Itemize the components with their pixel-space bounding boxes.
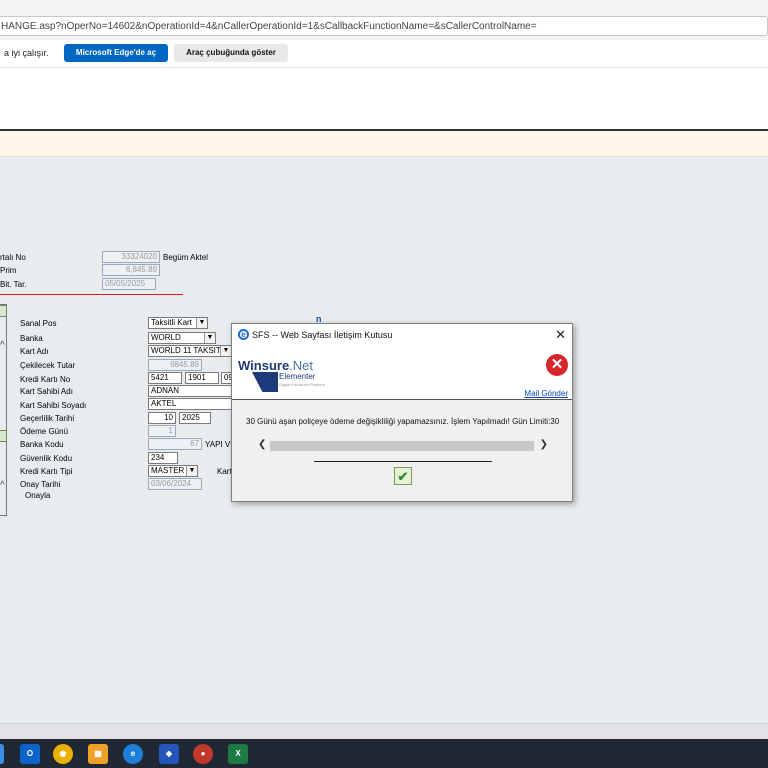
end-date-label: Bit. Tar. <box>0 280 27 289</box>
gecerlilik-yil-field[interactable]: 2025 <box>179 412 211 424</box>
task-view-icon[interactable] <box>0 744 4 764</box>
address-text: HANGE.asp?nOperNo=14602&nOperationId=4&n… <box>1 21 537 32</box>
card-number-part2[interactable]: 1901 <box>185 372 219 384</box>
end-date-field: 05/05/2025 <box>102 278 156 290</box>
dialog-message: 30 Günü aşan poliçeye ödeme değişikliliğ… <box>246 417 560 426</box>
side-button-top[interactable] <box>0 305 7 317</box>
infobar-text: a iyi çalışır. <box>4 48 49 58</box>
gecerlilik-ay-field[interactable]: 10 <box>148 412 176 424</box>
page-header-area <box>0 68 768 130</box>
kart-sahibi-adi-field[interactable]: ADNAN <box>148 385 232 397</box>
chevron-down-icon: ▼ <box>204 333 215 343</box>
odeme-gunu-field: 1 <box>148 425 176 437</box>
banka-kodu-label: Banka Kodu <box>20 440 64 449</box>
sanal-pos-value: Taksitli Kart <box>151 318 192 327</box>
kredi-karti-no-label: Kredi Kartı No <box>20 375 71 384</box>
status-strip <box>0 723 768 739</box>
logo-swoosh-icon <box>252 372 278 392</box>
policy-no-label: rtalı No <box>0 253 26 262</box>
gecerlilik-label: Geçerlilik Tarihi <box>20 414 75 423</box>
logo-main: Winsure <box>238 358 290 373</box>
outlook-icon[interactable]: O <box>20 744 40 764</box>
ie-icon: e <box>238 329 249 340</box>
kredi-karti-tipi-value: MASTER <box>151 466 185 475</box>
onayla-label[interactable]: Onayla <box>25 491 50 500</box>
logo-suffix: .Net <box>289 358 314 373</box>
prim-label: Prim <box>0 266 17 275</box>
error-icon: ✕ <box>546 354 568 376</box>
scrollbar-track[interactable] <box>270 441 534 451</box>
ok-check-button[interactable]: ✔ <box>394 467 412 485</box>
dialog-header: Winsure.Net Elementer Digital Insurance … <box>232 346 572 400</box>
open-in-edge-button[interactable]: Microsoft Edge'de aç <box>64 44 168 62</box>
horizontal-scrollbar[interactable]: ❮ ❯ <box>258 438 548 452</box>
odeme-gunu-label: Ödeme Günü <box>20 427 69 436</box>
kredi-karti-tipi-label: Kredi Kartı Tipi <box>20 467 73 476</box>
mail-send-link[interactable]: Mail Gönder <box>524 389 568 398</box>
logo-sub: Elementer <box>279 372 316 381</box>
kart-adi-label: Kart Adı <box>20 347 49 356</box>
chevron-down-icon: ▼ <box>220 346 231 356</box>
guvenlik-kodu-label: Güvenlik Kodu <box>20 454 73 463</box>
close-icon[interactable]: ✕ <box>555 327 566 343</box>
side-button-mid[interactable] <box>0 430 7 442</box>
kart-sahibi-adi-label: Kart Sahibi Adı <box>20 387 73 396</box>
prim-field: 6,845.89 <box>102 264 160 276</box>
dialog-titlebar: e SFS -- Web Sayfası İletişim Kutusu ✕ <box>232 324 572 346</box>
address-input[interactable]: HANGE.asp?nOperNo=14602&nOperationId=4&n… <box>0 16 768 36</box>
kart-sahibi-soyadi-label: Kart Sahibi Soyadı <box>20 401 87 410</box>
chrome-icon[interactable]: ◉ <box>53 744 73 764</box>
kredi-karti-tipi-select[interactable]: MASTER ▼ <box>148 465 198 477</box>
insured-name: Begüm Aktel <box>163 253 208 262</box>
scroll-left-icon[interactable]: ❮ <box>258 439 266 450</box>
kart-sahibi-soyadi-field[interactable]: AKTEL <box>148 398 232 410</box>
chevron-down-icon: ▼ <box>186 466 197 476</box>
dialog-divider <box>314 461 492 462</box>
sanal-pos-label: Sanal Pos <box>20 319 57 328</box>
onay-tarihi-label: Onay Tarihi <box>20 480 61 489</box>
scroll-right-icon[interactable]: ❯ <box>540 439 548 450</box>
collapse-up-icon-2[interactable]: ^ <box>0 480 5 491</box>
show-in-toolbar-button[interactable]: Araç çubuğunda göster <box>174 44 288 62</box>
onay-tarihi-field: 03/06/2024 <box>148 478 202 490</box>
card-number-part1[interactable]: 5421 <box>148 372 182 384</box>
guvenlik-kodu-field[interactable]: 234 <box>148 452 178 464</box>
red-separator <box>0 294 183 295</box>
chevron-down-icon: ▼ <box>196 318 207 328</box>
cekilecek-tutar-label: Çekilecek Tutar <box>20 361 76 370</box>
cekilecek-tutar-field: 6845.89 <box>148 359 202 371</box>
taskbar <box>0 739 768 768</box>
banka-kodu-field: 67 <box>148 438 202 450</box>
collapse-up-icon[interactable]: ^ <box>0 340 5 351</box>
store-icon[interactable]: ▦ <box>88 744 108 764</box>
policy-no-field: 33324020 <box>102 251 160 263</box>
kart-partial-label: Kart <box>217 467 232 476</box>
security-icon[interactable]: ◆ <box>159 744 179 764</box>
banka-value: WORLD <box>151 333 181 342</box>
dialog-title: SFS -- Web Sayfası İletişim Kutusu <box>252 330 393 340</box>
app-icon[interactable]: ● <box>193 744 213 764</box>
address-bar-area: HANGE.asp?nOperNo=14602&nOperationId=4&n… <box>0 0 768 40</box>
sanal-pos-select[interactable]: Taksitli Kart ▼ <box>148 317 208 329</box>
banka-select[interactable]: WORLD ▼ <box>148 332 216 344</box>
logo-tag: Digital Insurance Platform <box>279 382 325 387</box>
kart-adi-value: WORLD 11 TAKSIT <box>151 346 221 355</box>
web-dialog: e SFS -- Web Sayfası İletişim Kutusu ✕ W… <box>231 323 573 502</box>
banka-label: Banka <box>20 334 43 343</box>
edge-icon[interactable]: e <box>123 744 143 764</box>
kart-adi-select[interactable]: WORLD 11 TAKSIT ▼ <box>148 345 232 357</box>
excel-icon[interactable]: X <box>228 744 248 764</box>
notice-band <box>0 131 768 157</box>
winsure-logo: Winsure.Net <box>238 358 313 373</box>
